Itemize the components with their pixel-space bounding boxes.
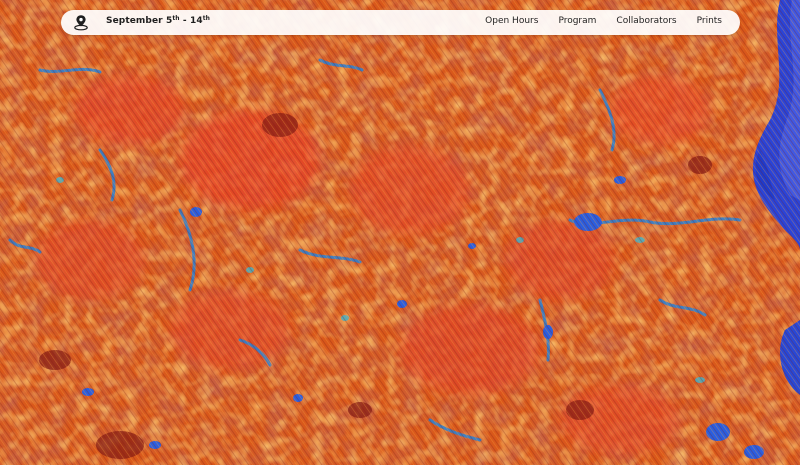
end-day-suffix: th xyxy=(202,15,211,22)
nav-link-open-hours[interactable]: Open Hours xyxy=(485,16,538,26)
nav-link-prints[interactable]: Prints xyxy=(697,16,722,26)
top-nav-bar: September 5th - 14th Open Hours Program … xyxy=(61,10,740,35)
nav-link-program[interactable]: Program xyxy=(558,16,596,26)
end-day: 14 xyxy=(189,16,203,26)
start-month: September xyxy=(106,16,163,26)
main-nav: Open Hours Program Collaborators Prints xyxy=(485,16,722,26)
nav-link-collaborators[interactable]: Collaborators xyxy=(616,16,676,26)
terrain-map-image xyxy=(0,0,800,465)
background-artwork xyxy=(0,0,800,465)
map-pin-icon[interactable] xyxy=(73,14,89,31)
start-day-suffix: th xyxy=(172,15,180,22)
event-dates: September 5th - 14th xyxy=(106,15,211,27)
date-separator: - xyxy=(179,16,190,26)
